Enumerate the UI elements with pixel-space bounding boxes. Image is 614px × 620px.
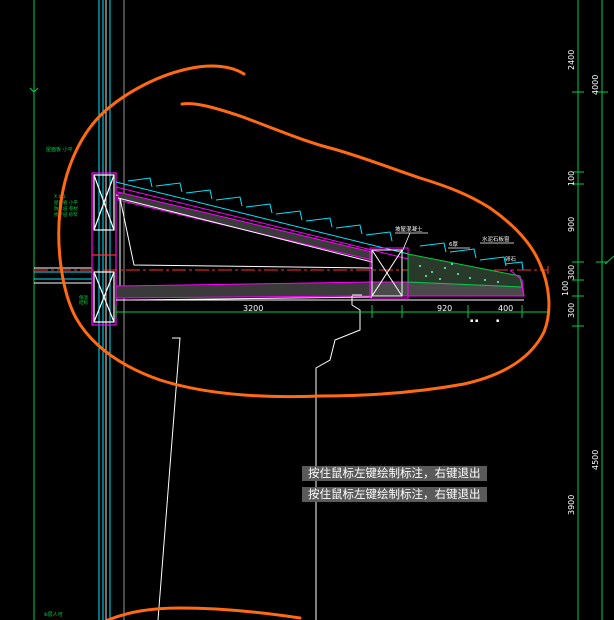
curtain-wall-lines <box>98 0 125 620</box>
svg-text:300: 300 <box>567 265 576 280</box>
command-tooltip-2: 按住鼠标左键绘制标注，右键退出 <box>302 487 487 502</box>
dim-400: 400 <box>498 304 513 313</box>
dim-3200: 3200 <box>243 304 263 313</box>
svg-text:4000: 4000 <box>591 75 600 95</box>
svg-text:3900: 3900 <box>567 495 576 515</box>
svg-text:900: 900 <box>567 217 576 232</box>
canopy-roof <box>34 177 548 620</box>
svg-text:坡屋混凝土: 坡屋混凝土 <box>395 225 423 233</box>
markup-circle <box>57 64 551 620</box>
svg-text:保温: 保温 <box>79 294 88 301</box>
column-section <box>91 172 117 326</box>
left-dimension-line <box>29 0 39 620</box>
svg-text:屋面板 小平: 屋面板 小平 <box>46 146 73 153</box>
svg-text:▪: ▪ <box>496 318 499 324</box>
svg-text:100: 100 <box>567 171 576 186</box>
svg-text:屋面板 小平: 屋面板 小平 <box>54 199 78 206</box>
small-markers: ▪ ▪ ▪ <box>470 318 499 324</box>
svg-text:ଖ层人可: ଖ层人可 <box>44 612 63 618</box>
svg-text:2400: 2400 <box>567 50 576 70</box>
svg-text:100: 100 <box>561 281 570 296</box>
bottom-left-annotation: ଖ层人可 <box>44 612 63 618</box>
command-tooltip-1: 按住鼠标左键绘制标注，右键退出 <box>302 466 487 481</box>
svg-text:卵石: 卵石 <box>505 255 517 263</box>
right-dimension-texts: 2400 4000 100 900 300 100 300 3900 4500 <box>561 50 600 515</box>
svg-text:找平层 砂浆: 找平层 砂浆 <box>54 211 78 218</box>
svg-text:结构: 结构 <box>79 299 88 306</box>
svg-text:300: 300 <box>567 303 576 318</box>
svg-text:6厚: 6厚 <box>449 241 458 248</box>
dim-920: 920 <box>437 304 452 313</box>
svg-text:4500: 4500 <box>591 450 600 470</box>
svg-text:水泥石板窗: 水泥石板窗 <box>482 235 510 243</box>
cad-drawing-canvas[interactable]: 屋面板 小平 X b 1 屋面板 小平 防水层 卷材 找平层 砂浆 保温 结构 <box>0 0 614 620</box>
horizontal-dimension <box>115 305 548 318</box>
svg-text:防水层 卷材: 防水层 卷材 <box>54 205 78 212</box>
svg-text:▪ ▪: ▪ ▪ <box>470 318 478 324</box>
